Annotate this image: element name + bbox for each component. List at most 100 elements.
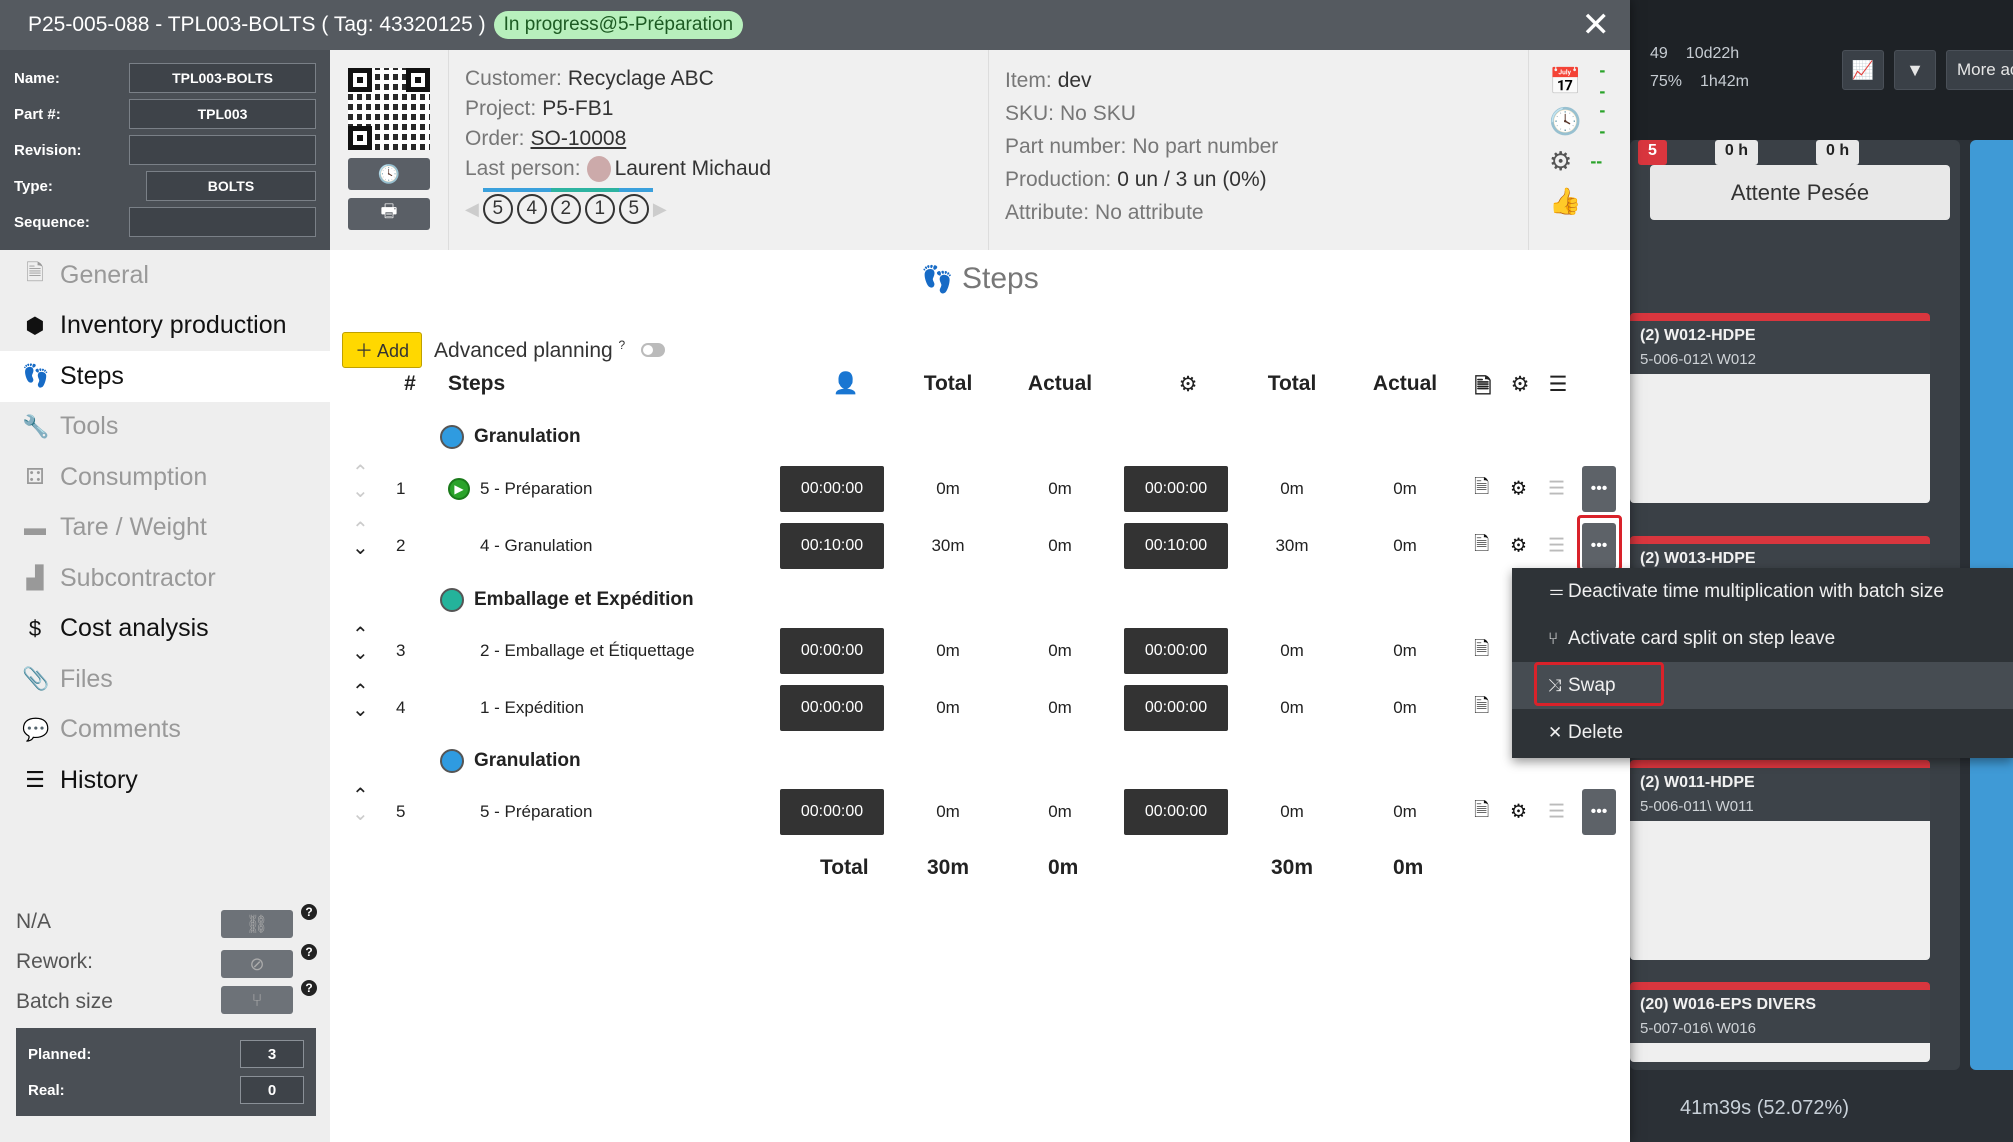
operator-total: 0m: [936, 698, 960, 717]
operator-time-input[interactable]: 00:10:00: [780, 523, 884, 569]
batch-split-button[interactable]: ⑂: [221, 986, 293, 1014]
document-icon[interactable]: 🗎: [1474, 796, 1489, 828]
sidebar-item-tare-weight[interactable]: ▬ Tare / Weight: [0, 503, 330, 554]
attr-value[interactable]: [129, 135, 316, 165]
caret-right-icon[interactable]: ▶: [653, 194, 667, 224]
chevron-down-icon[interactable]: ⌄: [352, 643, 369, 663]
machine-icon: ⚙: [1178, 373, 1198, 396]
kanban-card[interactable]: (20) W016-EPS DIVERS 5-007-016\ W016: [1630, 982, 1930, 1062]
sidebar-item-subcontractor[interactable]: ▟ Subcontractor: [0, 553, 330, 604]
add-step-button[interactable]: ＋ Add: [342, 332, 423, 368]
col-total-machine: Total: [1267, 372, 1317, 395]
document-icon[interactable]: 🗎: [1474, 635, 1489, 667]
caret-left-icon[interactable]: ◀: [465, 194, 479, 224]
sidebar-item-tools[interactable]: 🔧 Tools: [0, 402, 330, 453]
menu-item-deactivate-time-multiplication[interactable]: ＝ Deactivate time multiplication with bat…: [1512, 568, 2013, 615]
chevron-down-icon[interactable]: ⌄: [352, 804, 369, 824]
unlink-button[interactable]: ⛓: [221, 910, 293, 938]
paperclip-icon: 📎: [22, 666, 50, 692]
rework-button[interactable]: ⊘: [221, 950, 293, 978]
more-options-button[interactable]: •••: [1582, 466, 1616, 512]
step-name-text: 5 - Préparation: [480, 479, 593, 498]
add-label: Add: [377, 341, 410, 361]
checklist-icon[interactable]: ☰: [1548, 478, 1565, 501]
flag-batch-size: Batch size ⑂ ?: [16, 980, 317, 1014]
sidebar-item-consumption[interactable]: ⚃ Consumption: [0, 452, 330, 503]
menu-item-swap[interactable]: ⤨ Swap: [1512, 662, 2013, 709]
sidebar-item-label: Inventory production: [60, 311, 287, 340]
kanban-card[interactable]: (2) W012-HDPE 5-006-012\ W012: [1630, 313, 1930, 503]
planned-input[interactable]: 3: [240, 1040, 304, 1068]
machine-time-input[interactable]: 00:00:00: [1124, 628, 1228, 674]
help-icon[interactable]: ?: [301, 944, 317, 960]
planned-label: Planned:: [28, 1045, 92, 1063]
gears-icon[interactable]: ⚙: [1510, 801, 1527, 824]
filter-button[interactable]: ▼: [1894, 50, 1936, 90]
step-name: 1 - Expédition: [480, 698, 584, 717]
operator-time-input[interactable]: 00:00:00: [780, 685, 884, 731]
gears-icon[interactable]: ⚙: [1510, 535, 1527, 558]
document-icon[interactable]: 🗎: [1474, 692, 1489, 724]
page-title-text: Steps: [962, 262, 1039, 295]
attr-label: Sequence:: [14, 213, 90, 231]
menu-item-delete[interactable]: ✕ Delete: [1512, 709, 2013, 756]
chevron-down-icon[interactable]: ⌄: [352, 538, 369, 558]
machine-total: 0m: [1280, 802, 1304, 821]
chart-button[interactable]: 📈: [1842, 50, 1884, 90]
checklist-icon[interactable]: ☰: [1548, 535, 1565, 558]
machine-time-input[interactable]: 00:00:00: [1124, 466, 1228, 512]
info-bar: Name: TPL003-BOLTS Part #: TPL003 Revision…: [0, 50, 1630, 250]
checklist-icon[interactable]: ☰: [1548, 801, 1565, 824]
menu-item-activate-card-split[interactable]: ⑂ Activate card split on step leave: [1512, 615, 2013, 662]
attr-name: Name: TPL003-BOLTS: [14, 60, 316, 96]
chevron-down-icon[interactable]: ⌄: [352, 481, 369, 501]
machine-total: 0m: [1280, 641, 1304, 660]
order-link[interactable]: SO-10008: [531, 127, 627, 150]
operator-time-input[interactable]: 00:00:00: [780, 628, 884, 674]
sidebar-item-steps[interactable]: 👣 Steps: [0, 351, 330, 402]
machine-time-input[interactable]: 00:10:00: [1124, 523, 1228, 569]
sidebar-item-files[interactable]: 📎 Files: [0, 654, 330, 705]
sidebar-item-general[interactable]: 🗎 General: [0, 250, 330, 301]
document-icon[interactable]: 🗎: [1474, 473, 1489, 505]
lineage-node[interactable]: 4: [516, 188, 551, 224]
help-icon[interactable]: ?: [301, 904, 317, 920]
lineage-node[interactable]: 5: [482, 188, 517, 224]
sidebar-item-cost-analysis[interactable]: $ Cost analysis: [0, 604, 330, 655]
operator-time-input[interactable]: 00:00:00: [780, 789, 884, 835]
close-icon[interactable]: ✕: [1582, 8, 1611, 42]
document-icon[interactable]: 🗎: [1474, 530, 1489, 562]
part-number-value: No part number: [1132, 135, 1279, 158]
machine-time-input[interactable]: 00:00:00: [1124, 789, 1228, 835]
clock-button[interactable]: 🕓: [348, 158, 430, 190]
totals-machine-actual: 0m: [1393, 856, 1424, 879]
kanban-card[interactable]: (2) W011-HDPE 5-006-011\ W011: [1630, 760, 1930, 960]
operator-icon: 👤: [832, 372, 860, 395]
attr-value[interactable]: BOLTS: [146, 171, 316, 201]
board-footer: 41m39s (52.072%): [1630, 1085, 2013, 1142]
attr-value[interactable]: [129, 207, 316, 237]
item-label: Item:: [1005, 69, 1052, 92]
chevron-down-icon[interactable]: ⌄: [352, 700, 369, 720]
sidebar-item-comments[interactable]: 💬 Comments: [0, 705, 330, 756]
help-icon[interactable]: ?: [301, 980, 317, 996]
lineage-node[interactable]: 5: [618, 188, 653, 224]
operator-time-input[interactable]: 00:00:00: [780, 466, 884, 512]
help-icon[interactable]: ?: [619, 338, 626, 352]
board-topbar: 49 10d22h 75% 1h42m 📈 ▼ More acti: [1630, 0, 2013, 140]
step-lineage: ◀ 5 4 2 1 5 ▶: [465, 188, 972, 224]
advanced-planning-toggle[interactable]: [641, 343, 666, 357]
real-input[interactable]: 0: [240, 1076, 304, 1104]
sidebar-item-inventory-production[interactable]: ⬢ Inventory production: [0, 301, 330, 352]
sidebar-item-history[interactable]: ☰ History: [0, 755, 330, 806]
attr-value[interactable]: TPL003-BOLTS: [129, 63, 316, 93]
machine-time-input[interactable]: 00:00:00: [1124, 685, 1228, 731]
counter-pill: 5: [1638, 140, 1667, 165]
attr-value[interactable]: TPL003: [129, 99, 316, 129]
more-options-button[interactable]: •••: [1582, 789, 1616, 835]
more-actions-button[interactable]: More acti: [1946, 50, 2013, 90]
gears-icon[interactable]: ⚙: [1510, 478, 1527, 501]
print-button[interactable]: 🖶: [348, 198, 430, 230]
lineage-node[interactable]: 2: [550, 188, 585, 224]
lineage-node[interactable]: 1: [584, 188, 619, 224]
